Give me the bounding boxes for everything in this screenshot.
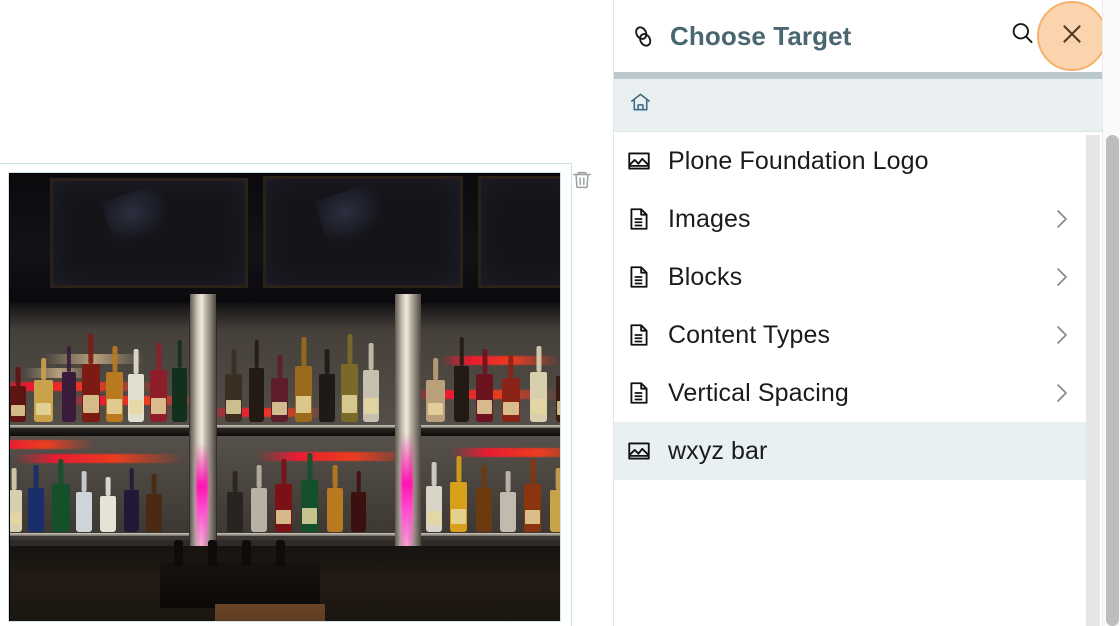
content-editor-pane xyxy=(0,0,613,626)
image-icon xyxy=(626,148,668,174)
trash-icon xyxy=(571,169,593,196)
list-item-label: Plone Foundation Logo xyxy=(668,146,929,175)
sidebar-header-actions xyxy=(1000,0,1107,72)
delete-image-button[interactable] xyxy=(568,168,596,196)
chevron-right-icon[interactable] xyxy=(1053,380,1071,406)
list-item[interactable]: Vertical Spacing xyxy=(614,364,1087,422)
file-icon xyxy=(626,322,668,348)
file-icon xyxy=(626,380,668,406)
application-window: Choose Target Plone Foundation Logo Imag… xyxy=(0,0,1120,626)
sidebar-header: Choose Target xyxy=(614,0,1107,72)
list-item-label: Content Types xyxy=(668,320,831,349)
breadcrumb-home-button[interactable] xyxy=(625,90,655,120)
file-icon xyxy=(626,206,668,232)
list-item[interactable]: Images xyxy=(614,190,1087,248)
image-block[interactable] xyxy=(0,163,572,626)
chevron-right-icon[interactable] xyxy=(1053,206,1071,232)
list-item-label: Blocks xyxy=(668,262,743,291)
image-icon xyxy=(626,438,668,464)
page-title: Choose Target xyxy=(670,20,852,51)
bar-photo xyxy=(10,174,560,621)
header-divider xyxy=(614,72,1102,79)
page-scrollbar[interactable] xyxy=(1102,0,1120,626)
image-frame xyxy=(8,172,561,622)
chevron-right-icon[interactable] xyxy=(1053,322,1071,348)
file-icon xyxy=(626,264,668,290)
list-item-label: Vertical Spacing xyxy=(668,378,849,407)
home-icon xyxy=(629,91,652,119)
search-icon xyxy=(1009,20,1036,52)
link-chain-icon xyxy=(624,23,662,50)
list-item-label: Images xyxy=(668,204,751,233)
sidebar-inner-scrollbar[interactable] xyxy=(1086,135,1100,626)
target-list-items: Plone Foundation Logo Images Blocks Cont… xyxy=(614,132,1087,480)
close-icon xyxy=(1058,20,1086,53)
list-item[interactable]: Content Types xyxy=(614,306,1087,364)
page-scrollbar-thumb[interactable] xyxy=(1106,135,1119,626)
list-item[interactable]: Blocks xyxy=(614,248,1087,306)
close-button[interactable] xyxy=(1037,1,1107,71)
breadcrumb xyxy=(614,79,1102,132)
choose-target-sidebar: Choose Target Plone Foundation Logo Imag… xyxy=(613,0,1107,626)
list-item-selected[interactable]: wxyz bar xyxy=(614,422,1087,480)
chevron-right-icon[interactable] xyxy=(1053,264,1071,290)
target-list[interactable]: Plone Foundation Logo Images Blocks Cont… xyxy=(614,132,1102,626)
list-item[interactable]: Plone Foundation Logo xyxy=(614,132,1087,190)
list-item-label: wxyz bar xyxy=(668,436,768,465)
